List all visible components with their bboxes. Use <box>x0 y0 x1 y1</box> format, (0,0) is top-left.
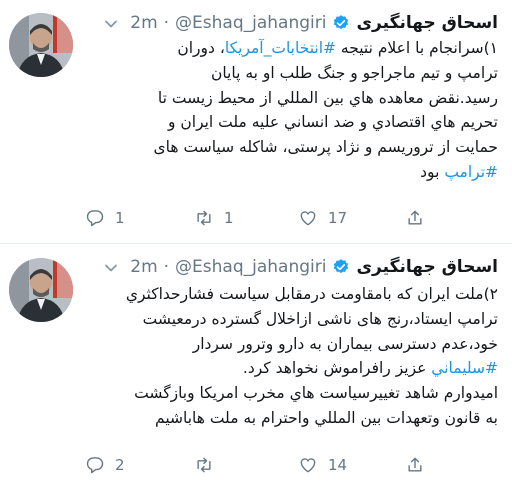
verified-badge-icon <box>332 14 350 32</box>
tweet-text-segment: ترامپ و تیم ماجراجو و جنگ طلب او به پایا… <box>210 63 498 82</box>
reply-icon <box>86 210 104 227</box>
tweet-text-line: #سليماني عزيز رافراموش نخواهد كرد. <box>78 356 498 381</box>
retweet-button[interactable] <box>194 455 224 475</box>
author-name[interactable]: اسحاق جهانگیری <box>356 257 498 277</box>
share-icon <box>408 457 422 472</box>
tweet-text-line: #ترامپ بود <box>78 160 498 185</box>
tweet-text-segment: رسید.نقض معاهده هاي بين المللي از محيط ز… <box>157 88 498 107</box>
hashtag-link[interactable]: #ترامپ <box>444 163 498 181</box>
tweet-text-line: خود،عدم دسترسی بيماران به دارو وترور سرد… <box>78 332 498 357</box>
author-handle[interactable]: @Eshaq_jahangiri <box>175 257 326 277</box>
tweet-text-segment: خود،عدم دسترسی بيماران به دارو وترور سرد… <box>192 334 498 353</box>
reply-button[interactable]: 1 <box>85 208 125 228</box>
tweet[interactable]: اسحاق جهانگیری @Eshaq_jahangiri · 2m ۱)س… <box>0 0 512 244</box>
verified-badge-icon <box>332 258 350 276</box>
tweet[interactable]: اسحاق جهانگیری @Eshaq_jahangiri · 2m ۲)م… <box>0 244 512 481</box>
tweet-text-line: ۱)سرانجام با اعلام نتیجه #انتخابات_آمریک… <box>78 36 498 61</box>
avatar[interactable] <box>9 258 73 322</box>
hashtag-link[interactable]: #سليماني <box>431 359 498 377</box>
share-button[interactable] <box>405 455 425 475</box>
share-icon <box>408 210 422 225</box>
author-handle[interactable]: @Eshaq_jahangiri <box>175 13 326 33</box>
timestamp[interactable]: 2m <box>130 257 157 277</box>
like-count: 14 <box>328 456 348 474</box>
tweet-actions: 2 14 <box>85 455 485 479</box>
tweet-text-segment: حمايت از تروريسم و نژاد پرستی، شاكله سيا… <box>153 138 498 157</box>
tweet-text-segment: بود <box>420 162 445 181</box>
hashtag-link[interactable]: #انتخابات_آمریکا <box>225 39 336 57</box>
tweet-text-line: به قانون وتعهدات بين المللي واحترام به م… <box>78 406 498 431</box>
tweet-text: ۱)سرانجام با اعلام نتیجه #انتخابات_آمریک… <box>78 36 498 185</box>
tweet-text-segment: ۱)سرانجام با اعلام نتیجه <box>336 39 498 57</box>
chevron-down-icon[interactable] <box>104 260 118 274</box>
share-button[interactable] <box>405 208 425 228</box>
tweet-text-segment: ۲)ملت ايران كه بامقاومت درمقابل سياست فش… <box>125 285 498 303</box>
tweet-header: اسحاق جهانگیری @Eshaq_jahangiri · 2m <box>98 10 498 36</box>
tweet-text-segment: ، دوران <box>177 39 225 57</box>
tweet-text-segment: ترامپ ايستاد،رنج های ناشی ازاخلال گسترده… <box>142 309 498 328</box>
timestamp[interactable]: 2m <box>130 13 157 33</box>
tweet-actions: 1 1 17 <box>85 208 485 232</box>
tweet-text-segment: تحريم هاي اقتصادي و ضد انساني عليه ملت ا… <box>167 113 498 132</box>
retweet-count: 1 <box>224 209 234 227</box>
separator-dot: · <box>163 257 170 277</box>
tweet-text-segment: اميدوارم شاهد تغييرسياست هاي مخرب امريكا… <box>134 384 498 403</box>
separator-dot: · <box>163 13 170 33</box>
like-button[interactable]: 14 <box>298 455 347 475</box>
reply-button[interactable]: 2 <box>85 455 125 475</box>
like-count: 17 <box>328 209 348 227</box>
retweet-icon <box>197 210 211 226</box>
tweet-text-line: ترامپ ايستاد،رنج های ناشی ازاخلال گسترده… <box>78 307 498 332</box>
tweet-text: ۲)ملت ايران كه بامقاومت درمقابل سياست فش… <box>78 282 498 431</box>
tweet-text-line: رسید.نقض معاهده هاي بين المللي از محيط ز… <box>78 86 498 111</box>
tweet-text-segment: عزيز رافراموش نخواهد كرد. <box>242 359 432 378</box>
tweet-text-line: اميدوارم شاهد تغييرسياست هاي مخرب امريكا… <box>78 381 498 406</box>
heart-icon <box>300 211 316 226</box>
tweet-text-segment: به قانون وتعهدات بين المللي واحترام به م… <box>155 408 498 427</box>
author-name[interactable]: اسحاق جهانگیری <box>356 13 498 33</box>
reply-count: 1 <box>115 209 125 227</box>
avatar[interactable] <box>9 13 73 77</box>
tweet-text-line: ترامپ و تیم ماجراجو و جنگ طلب او به پایا… <box>78 61 498 86</box>
tweet-header: اسحاق جهانگیری @Eshaq_jahangiri · 2m <box>98 254 498 280</box>
like-button[interactable]: 17 <box>298 208 347 228</box>
reply-icon <box>86 457 104 474</box>
retweet-button[interactable]: 1 <box>194 208 234 228</box>
tweet-text-line: حمايت از تروريسم و نژاد پرستی، شاكله سيا… <box>78 135 498 160</box>
tweet-text-line: ۲)ملت ايران كه بامقاومت درمقابل سياست فش… <box>78 282 498 307</box>
tweet-text-line: تحريم هاي اقتصادي و ضد انساني عليه ملت ا… <box>78 110 498 135</box>
heart-icon <box>300 458 316 473</box>
retweet-icon <box>197 457 211 473</box>
chevron-down-icon[interactable] <box>104 16 118 30</box>
reply-count: 2 <box>115 456 125 474</box>
